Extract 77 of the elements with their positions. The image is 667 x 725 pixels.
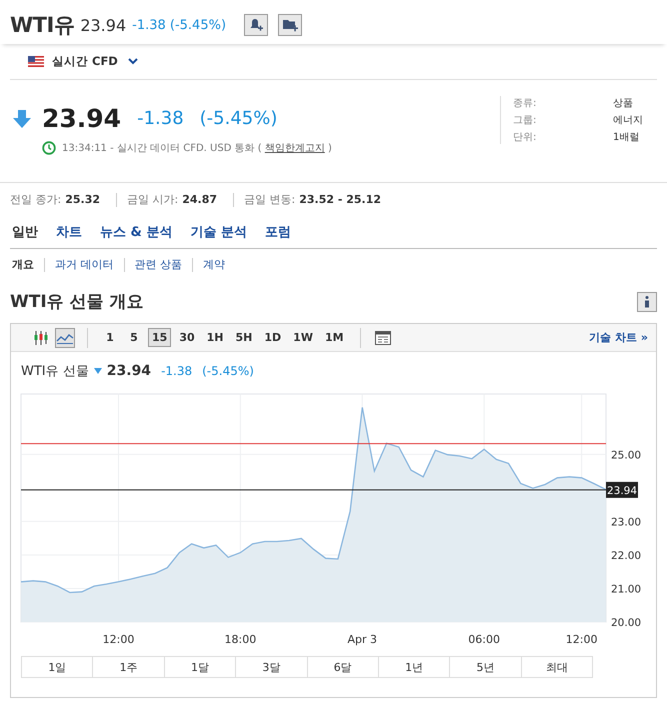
window-icon bbox=[374, 330, 391, 344]
nav-tab[interactable]: 뉴스 & 분석 bbox=[98, 218, 174, 248]
interval-button[interactable]: 1H bbox=[202, 328, 228, 347]
range-button[interactable]: 1일 bbox=[21, 656, 92, 678]
candlestick-icon bbox=[33, 330, 49, 344]
x-tick-label: 12:00 bbox=[566, 633, 598, 646]
interval-button[interactable]: 15 bbox=[148, 328, 172, 347]
last-price: 23.94 bbox=[42, 104, 122, 133]
y-tick-label: 21.00 bbox=[611, 583, 642, 596]
y-tick-label: 23.00 bbox=[611, 516, 642, 528]
detail-label: 단위: bbox=[513, 131, 538, 144]
stat-label: 금일 변동: bbox=[244, 192, 296, 207]
section-title: WTI유 선물 개요 bbox=[10, 291, 144, 313]
stat-value: 25.32 bbox=[65, 193, 100, 206]
change-text: -1.38 (-5.45%) bbox=[132, 18, 226, 32]
stat-value: 24.87 bbox=[182, 193, 217, 206]
add-to-portfolio-button[interactable] bbox=[278, 14, 302, 36]
nav-tab[interactable]: 기술 분석 bbox=[188, 218, 249, 248]
interval-button[interactable]: 1W bbox=[289, 328, 317, 347]
interval-button[interactable]: 1 bbox=[100, 328, 120, 347]
chart-legend-percent: (-5.45%) bbox=[202, 364, 254, 378]
add-alert-button[interactable] bbox=[244, 14, 268, 36]
range-button[interactable]: 3달 bbox=[235, 656, 306, 678]
folder-plus-icon bbox=[282, 18, 298, 32]
interval-button[interactable]: 5H bbox=[232, 328, 256, 347]
price-change: -1.38 bbox=[137, 108, 184, 129]
percent-change: (-5.45%) bbox=[200, 108, 278, 129]
info-button[interactable] bbox=[637, 292, 657, 312]
chevron-down-icon bbox=[128, 58, 138, 65]
detail-label: 그룹: bbox=[513, 114, 538, 127]
nav-tab[interactable]: 일반 bbox=[10, 218, 40, 248]
price-text: 23.94 bbox=[80, 16, 126, 34]
chart-legend-price: 23.94 bbox=[106, 363, 152, 379]
nav-tab[interactable]: 포럼 bbox=[262, 218, 293, 248]
bell-plus-icon bbox=[249, 18, 264, 32]
chart-legend-change: -1.38 bbox=[161, 364, 192, 378]
stat-label: 전일 종가: bbox=[10, 192, 62, 207]
detail-value: 1배럴 bbox=[613, 131, 640, 144]
range-button[interactable]: 1년 bbox=[378, 656, 450, 678]
sub-tab[interactable]: 개요 bbox=[10, 257, 38, 272]
range-button[interactable]: 6달 bbox=[306, 656, 378, 678]
range-button[interactable]: 최대 bbox=[520, 656, 593, 678]
sub-tab[interactable]: 과거 데이터 bbox=[51, 257, 118, 272]
sub-tab[interactable]: 계약 bbox=[199, 257, 229, 272]
data-status-text: 13:34:11 - 실시간 데이터 CFD. USD 통화 ( 책임한계고지 ) bbox=[62, 142, 332, 155]
market-dropdown[interactable]: 실시간 CFD bbox=[52, 54, 138, 69]
y-tick-label: 20.00 bbox=[611, 617, 642, 629]
y-tick-label: 22.00 bbox=[611, 550, 642, 562]
y-tick-label: 25.00 bbox=[611, 449, 642, 462]
interval-button[interactable]: 30 bbox=[175, 328, 199, 347]
x-tick-label: 06:00 bbox=[468, 633, 500, 646]
interval-button[interactable]: 5 bbox=[124, 328, 144, 347]
range-button[interactable]: 1주 bbox=[92, 656, 164, 678]
chart-type-button[interactable] bbox=[55, 328, 75, 348]
line-chart-icon bbox=[56, 332, 74, 344]
flag-icon bbox=[28, 56, 44, 67]
price-tag: 23.94 bbox=[606, 482, 638, 498]
x-tick-label: 18:00 bbox=[224, 633, 256, 646]
chart-legend-name: WTI유 선물 bbox=[21, 363, 89, 380]
stat-label: 금일 시가: bbox=[127, 192, 178, 207]
clock-icon bbox=[42, 141, 56, 155]
stat-value: 23.52 - 25.12 bbox=[299, 193, 382, 206]
range-button[interactable]: 5년 bbox=[449, 656, 521, 678]
nav-tab[interactable]: 차트 bbox=[54, 218, 84, 248]
sub-tab[interactable]: 관련 상품 bbox=[130, 257, 186, 272]
interval-button[interactable]: 1M bbox=[320, 328, 348, 347]
info-icon bbox=[644, 296, 650, 308]
detail-value: 에너지 bbox=[613, 114, 644, 127]
interval-button[interactable]: 1D bbox=[260, 328, 286, 347]
detail-label: 종류: bbox=[513, 97, 538, 110]
technical-chart-link[interactable]: 기술 차트 » bbox=[589, 330, 648, 345]
range-button[interactable]: 1달 bbox=[164, 656, 236, 678]
detail-value: 상품 bbox=[613, 97, 634, 110]
disclaimer-link[interactable]: 책임한계고지 bbox=[264, 143, 325, 154]
x-tick-label: Apr 3 bbox=[347, 633, 378, 646]
instrument-title: WTI유 bbox=[10, 12, 74, 39]
x-tick-label: 12:00 bbox=[102, 633, 134, 646]
